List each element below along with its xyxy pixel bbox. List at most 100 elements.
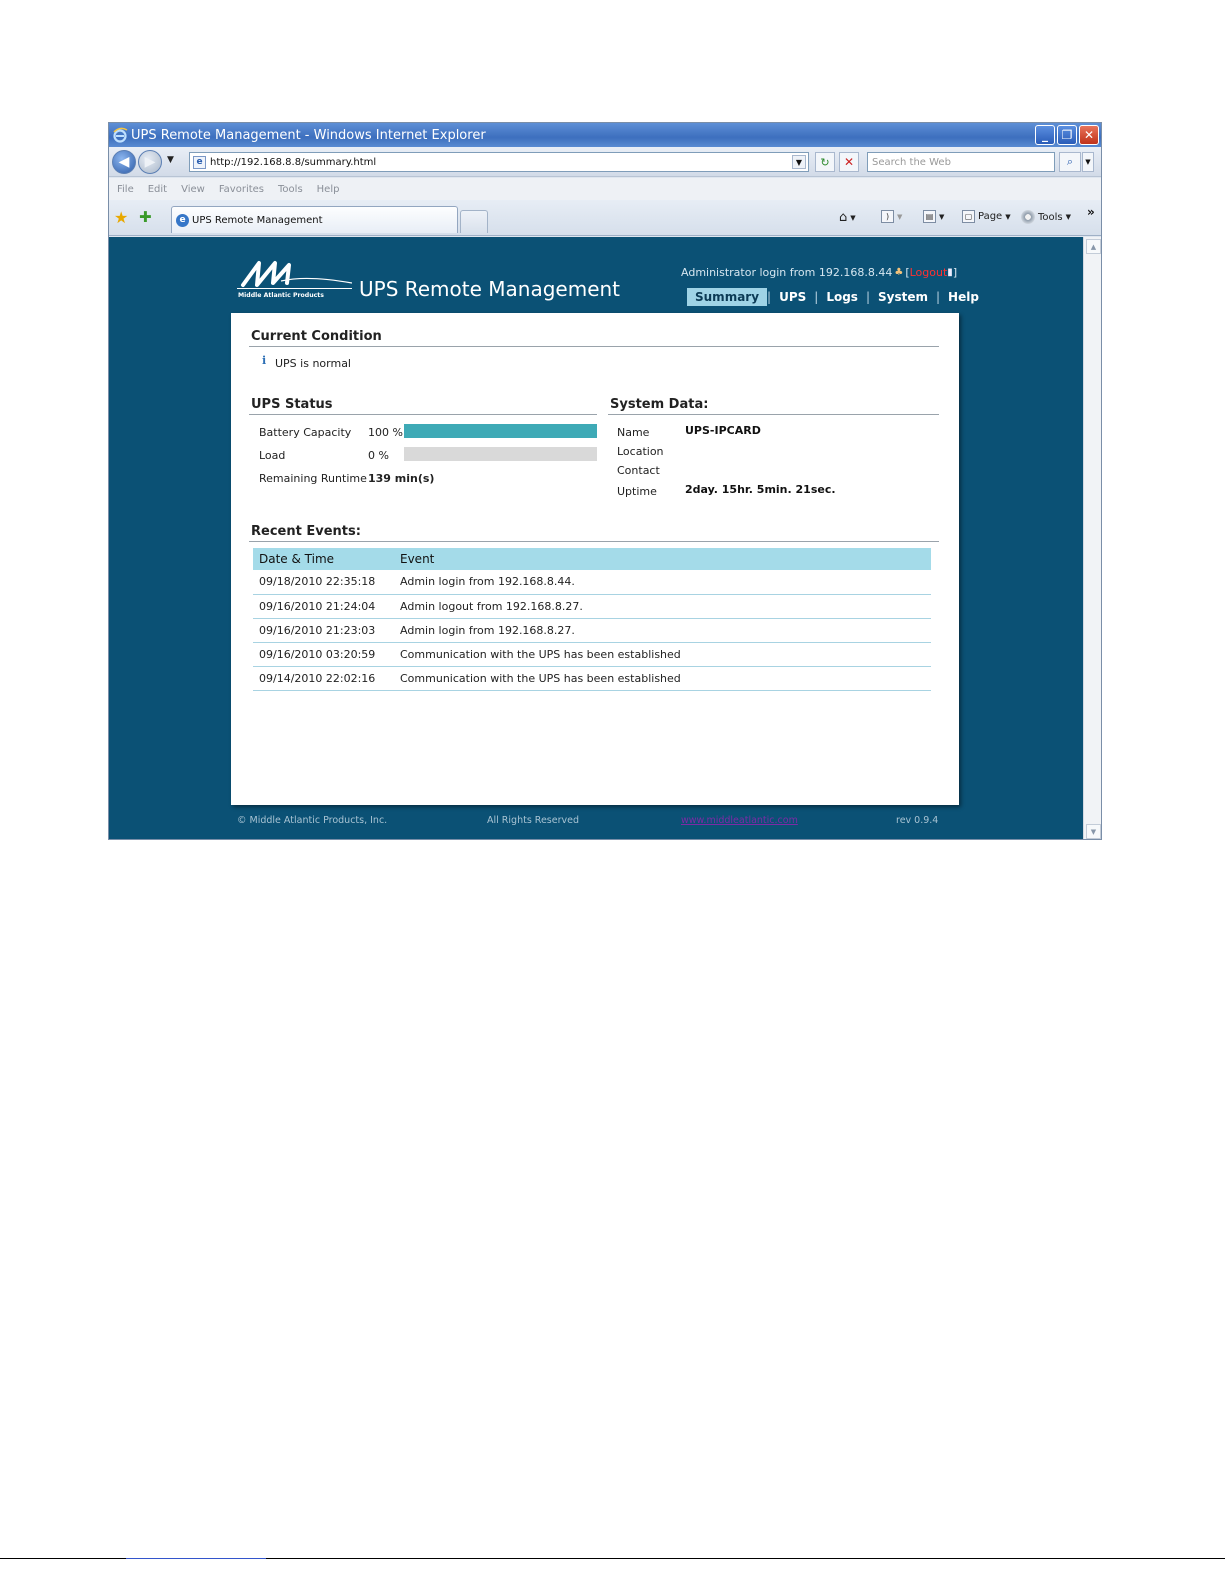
table-header-row: Date & Time Event	[253, 548, 931, 570]
forward-icon[interactable]: ▶	[138, 150, 162, 174]
ups-status-title: UPS Status	[251, 397, 333, 412]
logout-link[interactable]: Logout	[910, 266, 948, 279]
page-icon: ▢	[962, 210, 975, 223]
user-icon: ♣	[894, 267, 904, 278]
main-nav: Summary | UPS | Logs | System | Help	[687, 288, 987, 306]
home-button[interactable]: ⌂ ▼	[839, 210, 856, 225]
feeds-icon: )	[881, 210, 894, 223]
browser-navbar: ◀ ▶ ▼ e http://192.168.8.8/summary.html …	[109, 147, 1101, 177]
table-row: 09/14/2010 22:02:16 Communication with t…	[253, 666, 931, 691]
menu-favorites[interactable]: Favorites	[219, 184, 264, 195]
battery-capacity-label: Battery Capacity	[259, 426, 352, 439]
event-text: Communication with the UPS has been esta…	[394, 666, 931, 691]
tab-bar: ★ ✚ e UPS Remote Management ⌂ ▼ ) ▼ ▤ ▼ ▢ P…	[109, 200, 1101, 236]
middle-atlantic-logo: Middle Atlantic Products	[237, 261, 352, 299]
logo-text: Middle Atlantic Products	[238, 292, 324, 299]
menu-edit[interactable]: Edit	[148, 184, 167, 195]
back-icon[interactable]: ◀	[112, 150, 136, 174]
tools-menu-button[interactable]: Tools ▼	[1021, 210, 1071, 224]
nav-ups[interactable]: UPS	[771, 288, 814, 306]
scroll-down-icon[interactable]: ▼	[1086, 824, 1101, 839]
event-datetime: 09/16/2010 03:20:59	[253, 642, 394, 667]
event-datetime: 09/16/2010 21:23:03	[253, 618, 394, 643]
search-options-icon[interactable]: ▼	[1082, 152, 1094, 172]
history-dropdown-icon[interactable]: ▼	[167, 155, 174, 165]
sys-location-label: Location	[617, 445, 664, 458]
footer-website-link[interactable]: www.middleatlantic.com	[681, 815, 798, 826]
login-info: Administrator login from 192.168.8.44 ♣ …	[681, 266, 958, 279]
page-favicon-icon: e	[193, 156, 206, 169]
event-text: Admin logout from 192.168.8.27.	[394, 594, 931, 619]
home-icon: ⌂	[839, 210, 848, 225]
favorites-star-icon[interactable]: ★	[114, 208, 128, 227]
table-row: 09/16/2010 03:20:59 Communication with t…	[253, 642, 931, 667]
event-text: Communication with the UPS has been esta…	[394, 642, 931, 667]
event-datetime: 09/16/2010 21:24:04	[253, 594, 394, 619]
battery-capacity-fill	[404, 424, 597, 438]
address-bar[interactable]: e http://192.168.8.8/summary.html ▼	[189, 152, 809, 172]
info-icon: i	[262, 354, 267, 367]
table-row: 09/16/2010 21:23:03 Admin login from 192…	[253, 618, 931, 643]
chevron-more-icon[interactable]: »	[1087, 205, 1095, 219]
window-title: UPS Remote Management - Windows Internet…	[131, 127, 486, 143]
page-menu-button[interactable]: ▢ Page ▼	[962, 210, 1011, 223]
menu-view[interactable]: View	[181, 184, 205, 195]
col-event: Event	[394, 548, 931, 570]
feeds-button[interactable]: ) ▼	[881, 210, 902, 223]
window-titlebar: UPS Remote Management - Windows Internet…	[109, 123, 1101, 147]
print-button[interactable]: ▤ ▼	[923, 210, 944, 223]
add-favorites-icon[interactable]: ✚	[139, 208, 152, 226]
content-panel: Current Condition i UPS is normal UPS St…	[231, 313, 959, 805]
vertical-scrollbar[interactable]: ▲ ▼	[1083, 237, 1101, 839]
sys-name-label: Name	[617, 426, 650, 439]
nav-help[interactable]: Help	[940, 288, 987, 306]
refresh-icon[interactable]: ↻	[815, 152, 835, 172]
search-input[interactable]: Search the Web	[867, 152, 1055, 172]
nav-logs[interactable]: Logs	[818, 288, 866, 306]
event-text: Admin login from 192.168.8.44.	[394, 570, 931, 595]
minimize-button[interactable]: _	[1035, 125, 1055, 145]
nav-system[interactable]: System	[870, 288, 936, 306]
load-bar	[404, 447, 597, 461]
section-divider	[249, 414, 597, 415]
system-data-title: System Data:	[610, 397, 709, 412]
sys-contact-label: Contact	[617, 464, 660, 477]
restore-button[interactable]: ❐	[1057, 125, 1077, 145]
browser-window: UPS Remote Management - Windows Internet…	[108, 122, 1102, 840]
table-row: 09/16/2010 21:24:04 Admin logout from 19…	[253, 594, 931, 619]
menu-file[interactable]: File	[117, 184, 134, 195]
page-footer: © Middle Atlantic Products, Inc. All Rig…	[237, 815, 939, 829]
document-link-underline	[126, 1558, 266, 1559]
remaining-runtime-label: Remaining Runtime	[259, 472, 367, 485]
condition-message: UPS is normal	[275, 357, 351, 370]
new-tab-button[interactable]	[460, 210, 488, 233]
stop-icon[interactable]: ✕	[839, 152, 859, 172]
section-divider	[608, 414, 939, 415]
tools-menu-label: Tools	[1038, 211, 1063, 223]
address-url: http://192.168.8.8/summary.html	[210, 156, 377, 168]
current-condition-title: Current Condition	[251, 329, 382, 344]
search-placeholder: Search the Web	[872, 156, 951, 168]
app-title: UPS Remote Management	[359, 277, 621, 301]
close-button[interactable]: ✕	[1079, 125, 1099, 145]
table-row: 09/18/2010 22:35:18 Admin login from 192…	[253, 570, 931, 595]
event-datetime: 09/14/2010 22:02:16	[253, 666, 394, 691]
nav-summary[interactable]: Summary	[687, 288, 768, 306]
menu-help[interactable]: Help	[317, 184, 340, 195]
address-dropdown-icon[interactable]: ▼	[792, 155, 806, 169]
event-text: Admin login from 192.168.8.27.	[394, 618, 931, 643]
tab-title: UPS Remote Management	[192, 214, 323, 226]
menu-tools[interactable]: Tools	[278, 184, 303, 195]
page-menu-label: Page	[978, 211, 1003, 222]
page-viewport: Middle Atlantic Products UPS Remote Mana…	[109, 237, 1083, 839]
tab-ups-remote-management[interactable]: e UPS Remote Management	[171, 206, 458, 233]
sys-name-value: UPS-IPCARD	[685, 424, 761, 437]
battery-capacity-bar	[404, 424, 597, 438]
remaining-runtime-value: 139 min(s)	[368, 472, 435, 485]
footer-revision: rev 0.9.4	[896, 815, 939, 826]
event-datetime: 09/18/2010 22:35:18	[253, 570, 394, 595]
print-icon: ▤	[923, 210, 936, 223]
scroll-up-icon[interactable]: ▲	[1086, 239, 1101, 254]
search-icon[interactable]: ⌕	[1059, 152, 1081, 172]
menu-bar: File Edit View Favorites Tools Help	[109, 178, 1101, 200]
